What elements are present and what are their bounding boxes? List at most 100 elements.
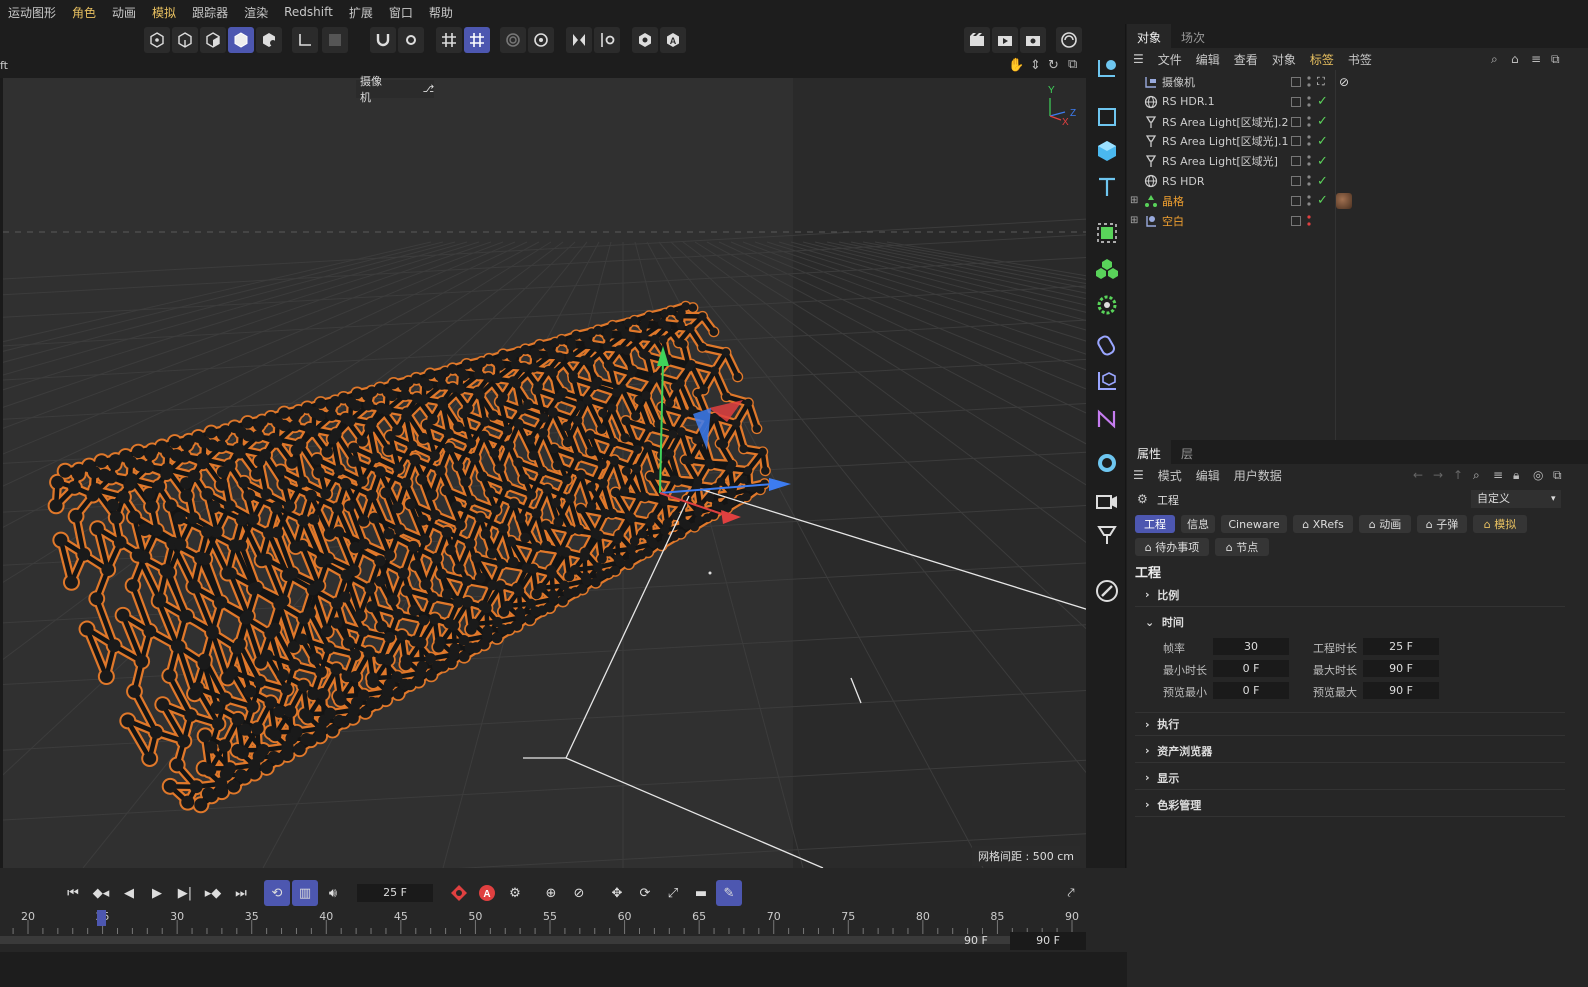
am-menu-userdata[interactable]: 用户数据 [1234, 467, 1282, 484]
object-name[interactable]: RS HDR [1162, 175, 1205, 188]
keyframe-mode-icon[interactable]: ⊘ [566, 880, 592, 906]
auto-icon[interactable]: A [660, 27, 686, 53]
grid-snap-icon[interactable] [436, 27, 462, 53]
next-key-icon[interactable]: ▸◆ [200, 880, 226, 906]
key-rotation-icon[interactable]: ⟳ [632, 880, 658, 906]
menu-render[interactable]: 渲染 [236, 4, 276, 21]
pill-info[interactable]: 信息 [1181, 515, 1215, 533]
symmetry-icon[interactable] [566, 27, 592, 53]
play-icon[interactable]: ▶︎ [144, 880, 170, 906]
visibility-dots-icon[interactable] [1307, 134, 1311, 148]
hamburger-icon[interactable]: ☰ [1133, 52, 1144, 66]
edges-mode-icon[interactable] [172, 27, 198, 53]
pill-animation[interactable]: ⌂ 动画 [1359, 515, 1411, 533]
snap-settings-icon[interactable] [398, 27, 424, 53]
object-name[interactable]: RS Area Light[区域光].2 [1162, 114, 1288, 130]
key-scale-icon[interactable]: ⤢ [660, 880, 686, 906]
section-color-management[interactable]: › 色彩管理 [1135, 793, 1565, 817]
back-arrow-icon[interactable]: ← [1413, 468, 1423, 482]
render-settings-clapper-icon[interactable] [1020, 27, 1046, 53]
menu-tracker[interactable]: 跟踪器 [184, 4, 236, 21]
timeline-range-bar[interactable] [0, 936, 1086, 944]
edit-toggle-icon[interactable] [1291, 215, 1301, 226]
playhead[interactable] [97, 910, 106, 926]
visibility-dots-icon[interactable] [1307, 214, 1311, 228]
rotate-view-icon[interactable]: ↻ [1048, 58, 1059, 73]
object-name[interactable]: RS HDR.1 [1162, 95, 1215, 108]
section-time[interactable]: ⌄ 时间 [1135, 610, 1565, 634]
pill-cineware[interactable]: Cineware [1221, 515, 1287, 533]
tab-objects[interactable]: 对象 [1127, 24, 1172, 48]
max-time-field[interactable]: 90 F [1363, 660, 1439, 677]
enabled-check-icon[interactable]: ✓ [1317, 154, 1328, 169]
visibility-dots-icon[interactable] [1307, 174, 1311, 188]
camera-object-icon[interactable] [1092, 486, 1122, 516]
home-icon[interactable]: ⌂ [1511, 52, 1519, 66]
maximize-view-icon[interactable]: ⧉ [1068, 57, 1077, 72]
edit-tool-icon[interactable] [1092, 576, 1122, 606]
om-menu-bookmarks[interactable]: 书签 [1348, 51, 1372, 68]
render-to-picture-viewer-icon[interactable] [992, 27, 1018, 53]
hamburger-icon[interactable]: ☰ [1133, 468, 1144, 482]
enabled-check-icon[interactable]: ✓ [1317, 134, 1328, 149]
section-execute[interactable]: › 执行 [1135, 712, 1565, 736]
enabled-check-icon[interactable]: ✓ [1317, 193, 1328, 208]
key-position-icon[interactable]: ✥ [604, 880, 630, 906]
section-scale[interactable]: › 比例 [1135, 583, 1565, 607]
scene-canvas[interactable]: Y X Z [3, 78, 1086, 868]
edit-toggle-icon[interactable] [1291, 96, 1301, 107]
up-arrow-icon[interactable]: ↑ [1453, 468, 1463, 482]
sound-icon[interactable]: 🔊︎ [320, 880, 346, 906]
om-menu-file[interactable]: 文件 [1158, 51, 1182, 68]
menu-animation[interactable]: 动画 [104, 4, 144, 21]
polygons-mode-icon[interactable] [200, 27, 226, 53]
workplane-snap-icon[interactable] [464, 27, 490, 53]
go-to-start-icon[interactable]: ⏮ [60, 880, 86, 906]
text-icon[interactable] [1092, 172, 1122, 202]
search-icon[interactable]: ⌕ [1491, 52, 1498, 67]
pill-todo[interactable]: ⌂ 待办事项 [1135, 538, 1209, 556]
model-mode-icon[interactable] [228, 27, 254, 53]
rectangle-spline-icon[interactable] [1092, 102, 1122, 132]
edit-toggle-icon[interactable] [1291, 176, 1301, 186]
object-row[interactable]: RS HDR.1 ✓ [1127, 92, 1588, 112]
visibility-dots-icon[interactable] [1307, 95, 1311, 109]
render-view-icon[interactable] [964, 27, 990, 53]
current-frame-field[interactable]: 25 F [357, 884, 433, 902]
visibility-dots-icon[interactable] [1307, 115, 1311, 129]
object-row[interactable]: RS Area Light[区域光].1 ✓ [1127, 131, 1588, 151]
menu-redshift[interactable]: Redshift [276, 5, 341, 19]
filter-icon[interactable]: ≡ [1531, 52, 1541, 66]
key-lock-icon[interactable]: ⊕ [538, 880, 564, 906]
preview-max-field[interactable]: 90 F [1363, 682, 1439, 699]
target-icon[interactable]: ◎ [1533, 468, 1543, 482]
pill-project[interactable]: 工程 [1135, 515, 1175, 533]
am-menu-mode[interactable]: 模式 [1158, 467, 1182, 484]
object-row[interactable]: RS Area Light[区域光] ✓ [1127, 151, 1588, 171]
lock-icon[interactable]: 🔒︎ [1513, 468, 1519, 483]
edit-toggle-icon[interactable] [1291, 77, 1301, 87]
autokey-icon[interactable]: A [474, 880, 500, 906]
object-row[interactable]: RS Area Light[区域光].2 ✓ [1127, 112, 1588, 132]
previous-frame-icon[interactable]: ◀︎ [116, 880, 142, 906]
pill-nodes[interactable]: ⌂ 节点 [1215, 538, 1269, 556]
enabled-check-icon[interactable]: ✓ [1317, 114, 1328, 129]
am-new-window-icon[interactable]: ⧉ [1553, 468, 1562, 483]
points-mode-icon[interactable] [144, 27, 170, 53]
section-display[interactable]: › 显示 [1135, 766, 1565, 790]
pill-simulate[interactable]: ⌂ 模拟 [1473, 515, 1527, 533]
record-keys-icon[interactable] [446, 880, 472, 906]
key-settings-icon[interactable]: ⚙ [502, 880, 528, 906]
preview-min-field[interactable]: 0 F [1213, 682, 1289, 699]
move-view-icon[interactable]: ⇕ [1030, 58, 1041, 73]
spline-pen-icon[interactable] [1092, 404, 1122, 434]
object-name[interactable]: RS Area Light[区域光] [1162, 153, 1278, 169]
object-mode-icon[interactable] [256, 27, 282, 53]
menu-window[interactable]: 窗口 [381, 4, 421, 21]
visibility-dots-icon[interactable] [1307, 75, 1311, 89]
viewport-menu-label[interactable]: ft [0, 59, 8, 72]
pill-bullet[interactable]: ⌂ 子弹 [1417, 515, 1467, 533]
edit-toggle-icon[interactable] [1291, 156, 1301, 167]
playback-rate-icon[interactable]: ▥ [292, 880, 318, 906]
timeline-ruler[interactable]: 202530354045505560657075808590 [0, 908, 1090, 936]
